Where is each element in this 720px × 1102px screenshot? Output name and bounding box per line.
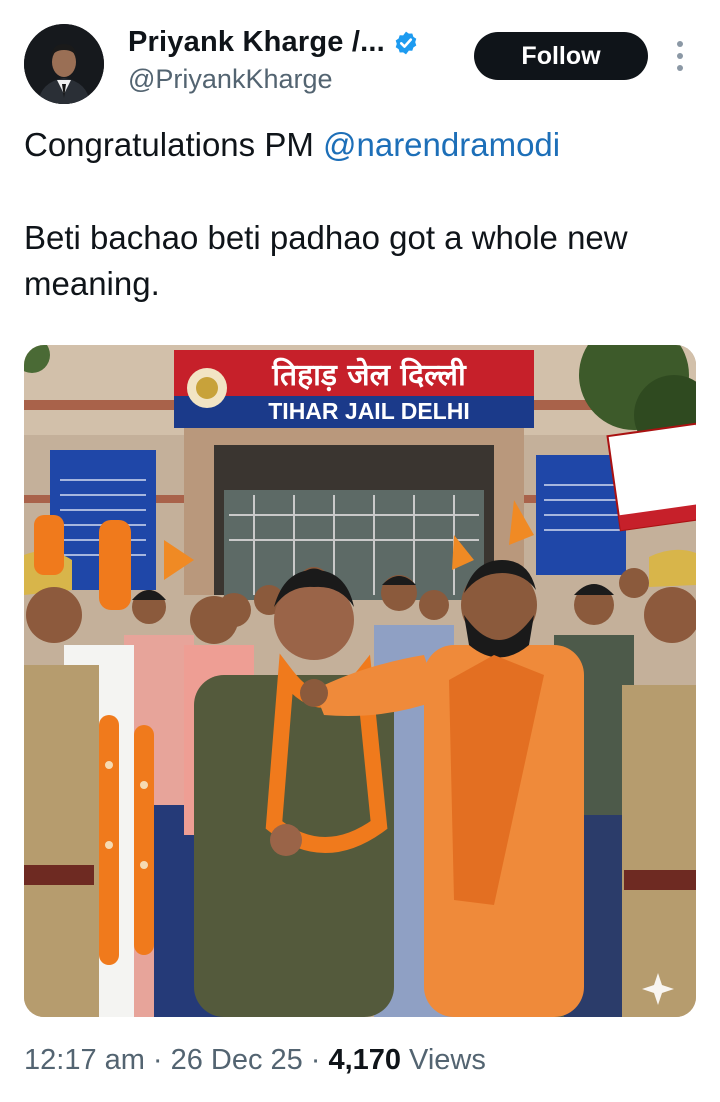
tweet-header: Priyank Kharge /... @PriyankKharge Follo… — [0, 0, 720, 120]
follow-button[interactable]: Follow — [474, 32, 648, 80]
author-name[interactable]: Priyank Kharge /... — [128, 26, 385, 59]
tweet-photo[interactable]: तिहाड़ जेल दिल्ली TIHAR JAIL DELHI — [24, 345, 696, 1017]
separator-dot: · — [152, 1044, 163, 1076]
author-name-row: Priyank Kharge /... — [128, 26, 419, 59]
sign-hindi: तिहाड़ जेल दिल्ली — [271, 357, 467, 393]
photo-scene: तिहाड़ जेल दिल्ली TIHAR JAIL DELHI — [24, 345, 696, 1017]
mention-link[interactable]: @narendramodi — [323, 126, 560, 163]
separator-dot: · — [310, 1044, 321, 1076]
avatar[interactable] — [24, 24, 104, 104]
more-options-icon[interactable] — [670, 38, 690, 74]
verified-badge-icon — [395, 31, 417, 54]
tweet-prefix: Congratulations PM — [24, 126, 323, 163]
tweet-line-2: Beti bachao beti padhao got a whole new … — [24, 219, 628, 302]
avatar-image — [24, 24, 104, 104]
views-count: 4,170 — [328, 1044, 402, 1076]
sign-english: TIHAR JAIL DELHI — [268, 398, 469, 424]
tweet-time[interactable]: 12:17 am — [24, 1044, 145, 1077]
tweet-date[interactable]: 26 Dec 25 — [171, 1044, 303, 1077]
tweet-text: Congratulations PM @narendramodi Beti ba… — [24, 122, 696, 307]
views-label: Views — [409, 1044, 486, 1076]
tweet-line-1: Congratulations PM @narendramodi — [24, 122, 696, 168]
tweet-meta: 12:17 am · 26 Dec 25 · 4,170 Views — [24, 1044, 486, 1077]
author-handle[interactable]: @PriyankKharge — [128, 64, 333, 95]
